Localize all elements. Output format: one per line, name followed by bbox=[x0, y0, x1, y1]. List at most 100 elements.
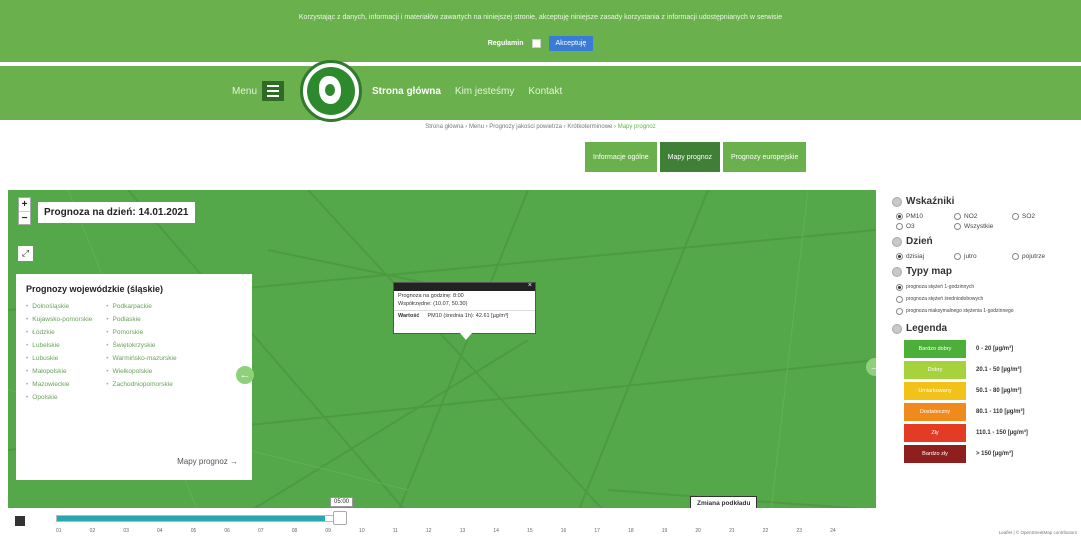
day-option[interactable]: jutro bbox=[954, 253, 1012, 260]
breadcrumb-item[interactable]: Krótkoterminowe bbox=[567, 124, 612, 130]
radio-button[interactable] bbox=[896, 213, 903, 220]
zoom-out-button[interactable]: − bbox=[19, 211, 30, 224]
timeline-tick[interactable]: 21 bbox=[729, 528, 735, 534]
timeline-tick[interactable]: 01 bbox=[56, 528, 62, 534]
timeline-tick[interactable]: 04 bbox=[157, 528, 163, 534]
site-logo[interactable] bbox=[300, 60, 362, 122]
close-icon[interactable]: × bbox=[528, 282, 532, 289]
nav-link-contact[interactable]: Kontakt bbox=[528, 86, 562, 97]
radio-button[interactable] bbox=[1012, 213, 1019, 220]
legend-swatch: Dobry bbox=[904, 360, 966, 379]
maptype-option[interactable]: prognoza maksymalnego stężenia 1-godzinn… bbox=[896, 305, 1081, 317]
voivodeship-title: Prognozy wojewódzkie (śląskie) bbox=[26, 284, 164, 294]
tab-general-info[interactable]: Informacje ogólne bbox=[585, 142, 657, 172]
timeline-tick[interactable]: 17 bbox=[594, 528, 600, 534]
breadcrumb-item[interactable]: Prognozy jakości powietrza bbox=[489, 124, 562, 130]
accept-button[interactable]: Akceptuję bbox=[548, 36, 594, 51]
zoom-in-button[interactable]: + bbox=[19, 198, 30, 211]
consent-checkbox[interactable] bbox=[531, 39, 541, 48]
timeline-tick[interactable]: 13 bbox=[460, 528, 466, 534]
timeline-tick[interactable]: 23 bbox=[796, 528, 802, 534]
radio-button[interactable] bbox=[1012, 253, 1019, 260]
timeline-tick[interactable]: 03 bbox=[123, 528, 129, 534]
popup-coords: Współrzędne: (10.07, 50.30) bbox=[398, 301, 468, 307]
map[interactable]: + − Prognoza na dzień: 14.01.2021 ⤢ Prog… bbox=[8, 190, 876, 537]
timeline-tick[interactable]: 15 bbox=[527, 528, 533, 534]
cookie-row: Regulamin Akceptuję bbox=[0, 36, 1081, 51]
radio-button[interactable] bbox=[896, 283, 903, 291]
day-option[interactable]: dzisiaj bbox=[896, 253, 954, 260]
popup-value-label: Wartość bbox=[398, 313, 420, 319]
timeline-tick[interactable]: 08 bbox=[292, 528, 298, 534]
voivodeship-link[interactable]: Kujawsko-pomorskie bbox=[26, 313, 92, 326]
timeline-ticks: 01 02 03 04 05 06 07 08 09 10 11 12 13 14 15 16 17 18 19 20… bbox=[56, 528, 836, 534]
voivodeship-link[interactable]: Małopolskie bbox=[26, 365, 92, 378]
voivodeship-link[interactable]: Pomorskie bbox=[106, 326, 176, 339]
voivodeship-link[interactable]: Wielkopolskie bbox=[106, 365, 176, 378]
radio-label: jutro bbox=[964, 253, 977, 260]
legend-swatch: Bardzo dobry bbox=[904, 339, 966, 358]
maptype-option[interactable]: prognoza stężeń 1-godzinnych bbox=[896, 281, 1081, 293]
timeline-tick[interactable]: 12 bbox=[426, 528, 432, 534]
timeline-tick[interactable]: 14 bbox=[493, 528, 499, 534]
timeline-track[interactable] bbox=[56, 515, 346, 522]
timeline-tick[interactable]: 16 bbox=[561, 528, 567, 534]
timeline-tick[interactable]: 24 bbox=[830, 528, 836, 534]
voivodeship-list-right: Podkarpackie Podlaskie Pomorskie Świętok… bbox=[106, 300, 177, 404]
hamburger-menu-icon[interactable] bbox=[262, 81, 284, 101]
voivodeship-link[interactable]: Mazowieckie bbox=[26, 378, 92, 391]
voivodeship-link[interactable]: Dolnośląskie bbox=[26, 300, 92, 313]
voivodeship-link[interactable]: Warmińsko-mazurskie bbox=[106, 352, 177, 365]
timeline-handle[interactable] bbox=[333, 511, 347, 525]
day-option[interactable]: pojutrze bbox=[1012, 253, 1062, 260]
voivodeship-link[interactable]: Zachodniopomorskie bbox=[106, 378, 176, 391]
breadcrumb-item[interactable]: Menu bbox=[469, 124, 484, 130]
voivodeship-link[interactable]: Podlaskie bbox=[106, 313, 176, 326]
map-attribution[interactable]: Leaflet | © OpenStreetMap contributors bbox=[999, 530, 1077, 535]
timeline-tick[interactable]: 11 bbox=[393, 528, 398, 534]
timeline-tick[interactable]: 07 bbox=[258, 528, 264, 534]
menu-label[interactable]: Menu bbox=[232, 86, 257, 97]
radio-button[interactable] bbox=[896, 295, 903, 303]
timeline-tick[interactable]: 19 bbox=[662, 528, 668, 534]
indicator-option[interactable]: Wszystkie bbox=[954, 223, 1012, 230]
voivodeship-link[interactable]: Świętokrzyskie bbox=[106, 339, 176, 352]
radio-button[interactable] bbox=[896, 253, 903, 260]
timeline-tick[interactable]: 10 bbox=[359, 528, 365, 534]
voivodeship-link[interactable]: Lubelskie bbox=[26, 339, 92, 352]
voivodeship-link[interactable]: Lubuskie bbox=[26, 352, 92, 365]
timeline-tick[interactable]: 05 bbox=[191, 528, 197, 534]
voivodeship-link[interactable]: Podkarpackie bbox=[106, 300, 176, 313]
legend-range: > 150 [µg/m³] bbox=[976, 450, 1013, 457]
stop-icon[interactable] bbox=[15, 516, 25, 526]
radio-button[interactable] bbox=[954, 213, 961, 220]
timeline-tick[interactable]: 09 bbox=[325, 528, 331, 534]
timeline-tick[interactable]: 06 bbox=[224, 528, 230, 534]
timeline-tick[interactable]: 22 bbox=[763, 528, 769, 534]
voivodeship-link[interactable]: Łódzkie bbox=[26, 326, 92, 339]
nav-link-about[interactable]: Kim jesteśmy bbox=[455, 86, 514, 97]
voivodeship-link[interactable]: Opolskie bbox=[26, 391, 92, 404]
maptype-option[interactable]: prognoza stężeń średniodobowych bbox=[896, 293, 1081, 305]
fullscreen-icon[interactable]: ⤢ bbox=[18, 246, 33, 261]
arrow-left-icon[interactable]: ← bbox=[236, 366, 254, 384]
indicator-option[interactable]: NO2 bbox=[954, 213, 1012, 220]
regulations-link[interactable]: Regulamin bbox=[488, 40, 524, 47]
radio-label: PM10 bbox=[906, 213, 923, 220]
radio-button[interactable] bbox=[896, 223, 903, 230]
indicator-option[interactable]: O3 bbox=[896, 223, 954, 230]
indicator-option[interactable]: SO2 bbox=[1012, 213, 1062, 220]
nav-link-home[interactable]: Strona główna bbox=[372, 86, 441, 97]
tab-forecast-maps[interactable]: Mapy prognoz bbox=[659, 142, 721, 172]
timeline-tick[interactable]: 18 bbox=[628, 528, 634, 534]
radio-button[interactable] bbox=[954, 253, 961, 260]
cookie-bar: Korzystając z danych, informacji i mater… bbox=[0, 0, 1081, 62]
breadcrumb-item[interactable]: Strona główna bbox=[425, 124, 463, 130]
timeline-tick[interactable]: 02 bbox=[90, 528, 96, 534]
timeline-tick[interactable]: 20 bbox=[695, 528, 701, 534]
forecast-maps-link[interactable]: Mapy prognoz → bbox=[177, 457, 238, 466]
radio-button[interactable] bbox=[954, 223, 961, 230]
radio-button[interactable] bbox=[896, 307, 903, 315]
indicator-option[interactable]: PM10 bbox=[896, 213, 954, 220]
tab-european-forecasts[interactable]: Prognozy europejskie bbox=[723, 142, 807, 172]
